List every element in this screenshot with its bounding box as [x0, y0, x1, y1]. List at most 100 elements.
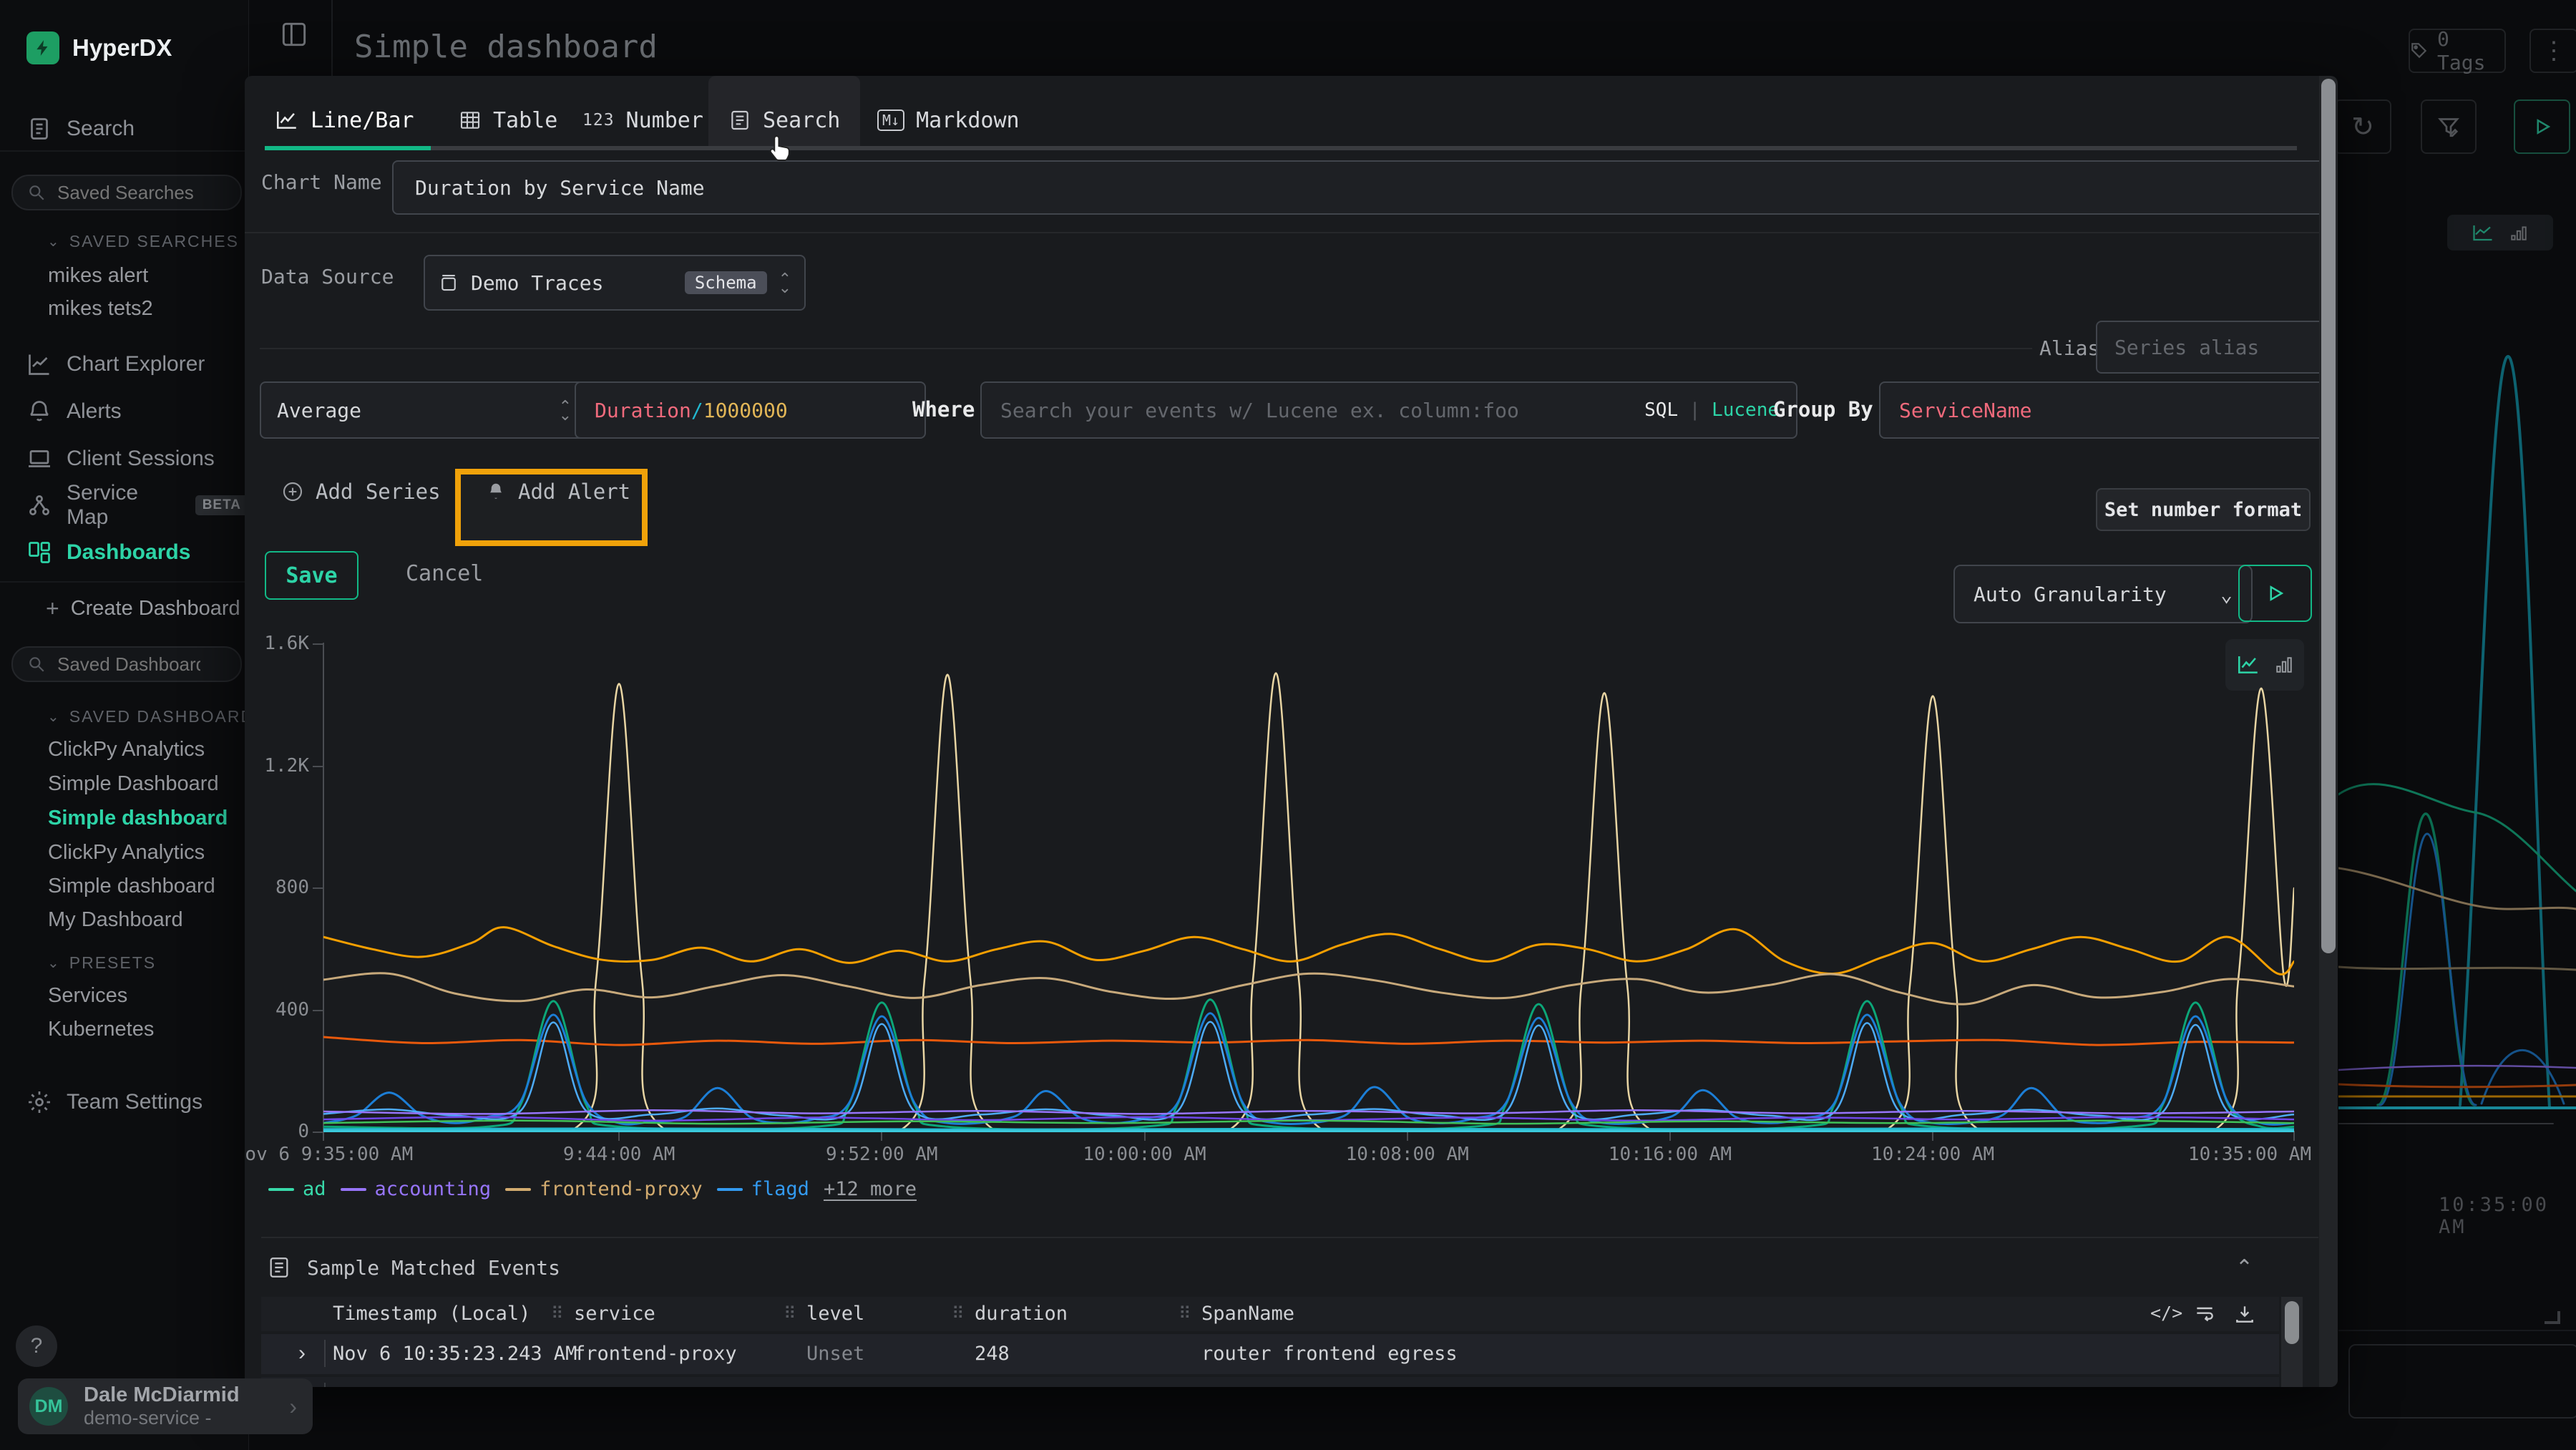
brand[interactable]: HyperDX [26, 31, 172, 64]
y-tick-label: 1.2K [245, 755, 309, 777]
drag-handle-icon[interactable]: ⠿ [1179, 1303, 1191, 1324]
sidebar-item-alerts[interactable]: Alerts [0, 391, 248, 432]
chevron-down-icon: ⌄ [47, 708, 61, 726]
wrap-lines-icon[interactable] [2193, 1303, 2216, 1325]
user-card[interactable]: DM Dale McDiarmid demo-service - › [18, 1378, 313, 1434]
chevron-down-icon: ⌄ [47, 954, 61, 972]
legend-dash [505, 1188, 531, 1191]
chevron-down-icon: ⌄ [2220, 583, 2233, 606]
legend-dash [341, 1188, 366, 1191]
table-icon [459, 109, 482, 132]
data-source-label: Data Source [261, 265, 394, 288]
drag-handle-icon[interactable]: ⠿ [784, 1303, 796, 1324]
events-table-header: Timestamp (Local) ⠿ service ⠿ level ⠿ du… [261, 1297, 2279, 1331]
code-icon[interactable]: </> [2150, 1303, 2182, 1323]
plus-circle-icon [281, 480, 304, 503]
col-spanname[interactable]: SpanName [1201, 1303, 1294, 1325]
cancel-button[interactable]: Cancel [406, 561, 483, 586]
tab-number[interactable]: 123 Number [582, 86, 703, 155]
y-tick-label: 800 [245, 877, 309, 898]
chart-legend: ad accounting frontend-proxy flagd +12 m… [268, 1178, 917, 1200]
col-level[interactable]: level [806, 1303, 864, 1325]
refresh-button[interactable]: ↻ [2334, 99, 2391, 154]
sidebar-item-client-sessions[interactable]: Client Sessions [0, 439, 248, 479]
cell-service: frontend-proxy [574, 1386, 737, 1387]
x-tick-label: 10:24:00 AM [1871, 1144, 1994, 1165]
add-series-button[interactable]: Add Series [281, 480, 441, 504]
collapse-chevron-icon[interactable]: ⌃ [2235, 1255, 2253, 1280]
tab-markdown[interactable]: M↓ Markdown [877, 86, 1020, 155]
x-tick-label: 10:35:00 AM [2188, 1144, 2311, 1165]
plus-icon: + [46, 595, 59, 622]
row-expander-icon[interactable]: › [298, 1341, 306, 1366]
sidebar-collapse-button[interactable] [278, 19, 310, 50]
bg-resize-handle[interactable] [2545, 1311, 2560, 1324]
drag-handle-icon[interactable]: ⠿ [551, 1303, 564, 1324]
chart-name-input[interactable] [392, 160, 2336, 215]
search-list-icon [728, 109, 751, 132]
search-icon [27, 655, 46, 673]
sample-events-title: Sample Matched Events [307, 1256, 560, 1280]
chevron-right-icon: › [289, 1393, 297, 1420]
app-screen: Simple dashboard 0 Tags ⋮ ↻ [0, 0, 2576, 1450]
language-toggle[interactable]: SQL | Lucene [1644, 399, 1779, 421]
cell-service: frontend-proxy [574, 1343, 737, 1365]
y-tick-mark [313, 887, 323, 889]
drag-handle-icon[interactable]: ⠿ [952, 1303, 965, 1324]
table-scrollbar-thumb[interactable] [2285, 1301, 2299, 1344]
y-tick-label: 1.6K [245, 633, 309, 654]
legend-more-link[interactable]: +12 more [824, 1178, 917, 1200]
markdown-icon: M↓ [877, 110, 904, 131]
line-chart-icon [275, 110, 299, 131]
dashboard-menu-button[interactable]: ⋮ [2529, 29, 2576, 73]
event-row[interactable]: › Nov 6 10:35:23.243 AM frontend-proxy U… [261, 1334, 2279, 1374]
sidebar-item-chart-explorer[interactable]: Chart Explorer [0, 344, 248, 384]
saved-searches-input[interactable] [11, 175, 242, 210]
expression-input[interactable]: Duration/1000000 [575, 381, 926, 439]
legend-item[interactable]: ad [268, 1178, 326, 1200]
legend-item[interactable]: frontend-proxy [505, 1178, 703, 1200]
chart-plot [323, 644, 2294, 1132]
modal-scrollbar-thumb[interactable] [2321, 79, 2336, 953]
col-duration[interactable]: duration [975, 1303, 1068, 1325]
tab-table[interactable]: Table [459, 86, 557, 155]
granularity-select[interactable]: Auto Granularity ⌄ [1953, 565, 2253, 623]
legend-item[interactable]: accounting [341, 1178, 492, 1200]
sidebar-item-service-map[interactable]: Service Map BETA [0, 485, 248, 525]
aggregation-select[interactable]: Average ⌃⌃ [260, 381, 589, 439]
create-dashboard-button[interactable]: + Create Dashboard [46, 595, 240, 622]
help-button[interactable]: ? [16, 1325, 57, 1367]
data-source-select[interactable]: Demo Traces Schema ⌃⌃ [424, 255, 806, 311]
set-number-format-button[interactable]: Set number format [2096, 488, 2311, 531]
add-alert-button[interactable]: Add Alert [485, 480, 630, 504]
sidebar-item-dashboards[interactable]: Dashboards [0, 532, 248, 573]
download-icon[interactable] [2233, 1303, 2256, 1325]
y-tick-mark [313, 1132, 323, 1133]
list-icon [267, 1255, 291, 1280]
event-row[interactable]: › Nov 6 10:35:23.243 AM frontend-proxy U… [261, 1377, 2279, 1387]
saved-dashboards-input[interactable] [11, 646, 242, 682]
filter-button[interactable] [2421, 99, 2477, 154]
x-tick-label: 10:16:00 AM [1609, 1144, 1732, 1165]
col-timestamp[interactable]: Timestamp (Local) [333, 1303, 530, 1325]
legend-item[interactable]: flagd [717, 1178, 809, 1200]
sidebar-item-team-settings[interactable]: Team Settings [0, 1082, 248, 1122]
sidebar-item-search[interactable]: Search [0, 109, 248, 149]
where-label: Where [912, 397, 975, 422]
group-by-label: Group By [1773, 397, 1873, 422]
tab-line-bar[interactable]: Line/Bar [275, 86, 414, 155]
col-service[interactable]: service [574, 1303, 655, 1325]
alias-input[interactable] [2096, 321, 2338, 374]
run-query-button[interactable] [2514, 99, 2570, 154]
chart-run-button[interactable] [2238, 565, 2312, 622]
save-button[interactable]: Save [265, 551, 358, 600]
events-table: Timestamp (Local) ⠿ service ⠿ level ⠿ du… [261, 1297, 2318, 1387]
hyperdx-logo-icon [26, 31, 59, 64]
where-input[interactable]: SQL | Lucene [980, 381, 1797, 439]
background-dashboard-panel: 10:35:00 AM [2338, 179, 2576, 1396]
cell-level: Unset [806, 1343, 864, 1365]
tags-button[interactable]: 0 Tags [2409, 29, 2506, 73]
y-tick-mark [313, 643, 323, 645]
sample-events-header[interactable]: Sample Matched Events ⌃ [267, 1250, 2313, 1285]
group-by-input[interactable]: ServiceName [1879, 381, 2338, 439]
